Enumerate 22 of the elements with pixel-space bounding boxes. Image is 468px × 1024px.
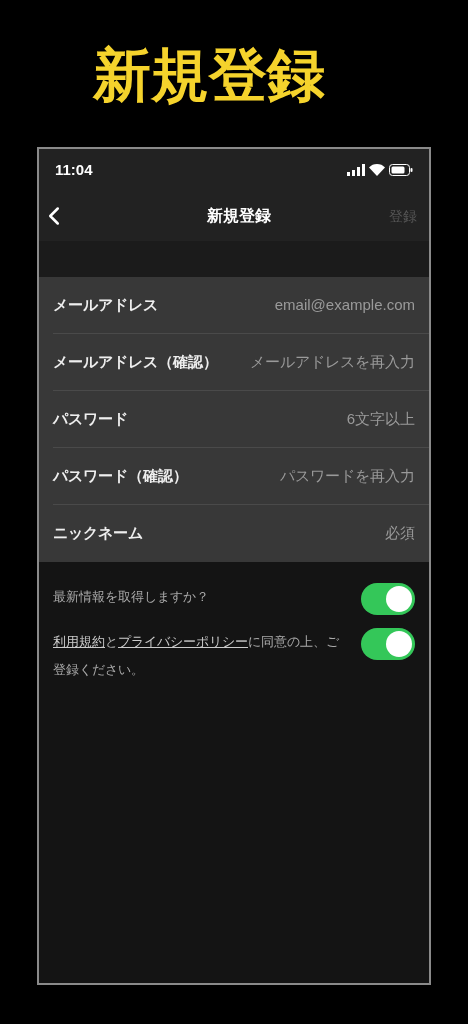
option-text: 最新情報を取得しますか？ bbox=[53, 589, 210, 606]
field-label: メールアドレス bbox=[53, 294, 158, 315]
field-label: ニックネーム bbox=[53, 523, 143, 544]
toggle-switch[interactable] bbox=[361, 583, 415, 615]
screen-title: 新規登録 bbox=[207, 206, 271, 226]
wifi-icon bbox=[369, 164, 385, 176]
input-field[interactable]: 6文字以上 bbox=[225, 407, 415, 431]
terms-link[interactable]: プライバシーポリシー bbox=[118, 635, 248, 649]
page-headline: 新規登録 bbox=[93, 41, 325, 109]
battery-icon bbox=[389, 164, 413, 176]
toggle-switch[interactable] bbox=[361, 628, 415, 660]
signal-icon bbox=[347, 164, 365, 176]
input-field[interactable]: パスワードを再入力 bbox=[225, 464, 415, 488]
option-text: 利用規約 と プライバシーポリシーに同意の上、ご登録ください。 bbox=[53, 634, 340, 679]
field-label: パスワード bbox=[53, 408, 128, 429]
status-time: 11:04 bbox=[55, 159, 93, 180]
input-field[interactable]: メールアドレスを再入力 bbox=[225, 350, 415, 374]
field-label: メールアドレス（確認） bbox=[53, 351, 218, 372]
terms-link[interactable]: 利用規約 bbox=[53, 635, 105, 649]
input-field[interactable]: 必須 bbox=[225, 522, 415, 545]
input-field[interactable]: email@example.com bbox=[225, 293, 415, 317]
field-label: パスワード（確認） bbox=[53, 465, 188, 486]
